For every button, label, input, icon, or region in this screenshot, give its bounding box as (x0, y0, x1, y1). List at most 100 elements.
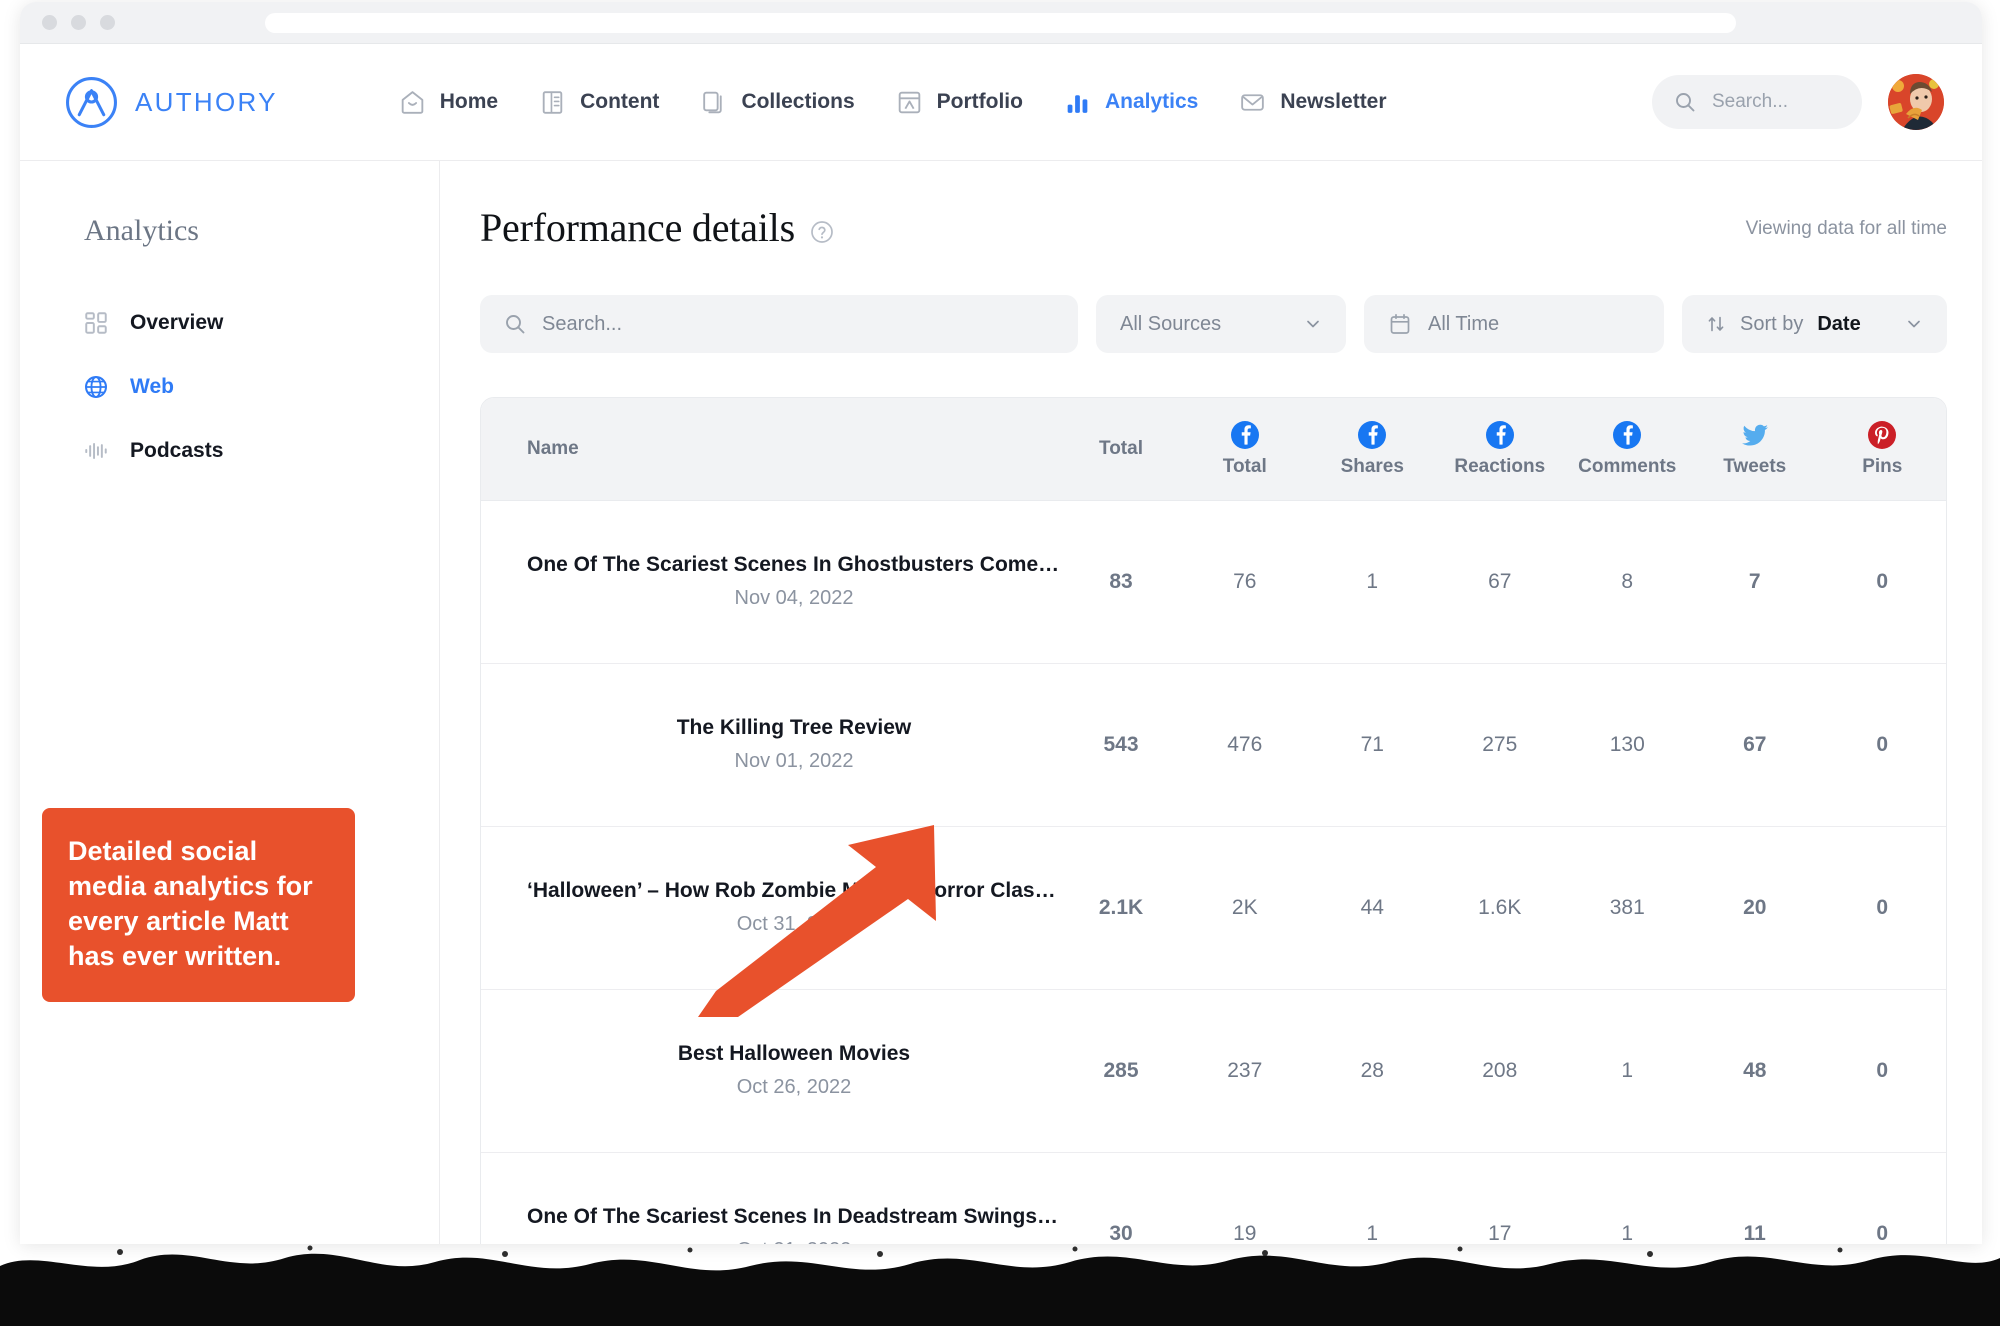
collections-icon (703, 91, 723, 113)
cell-fb-shares: 28 (1308, 989, 1436, 1153)
cell-fb-shares: 1 (1308, 500, 1436, 664)
cell-fb-total: 476 (1181, 663, 1309, 827)
table-body: One Of The Scariest Scenes In Ghostbuste… (481, 500, 1946, 1244)
date-range-dropdown[interactable]: All Time (1364, 295, 1664, 353)
column-header-fb-shares[interactable]: Shares (1308, 398, 1436, 501)
sort-dropdown[interactable]: Sort by Date (1682, 295, 1947, 353)
sources-value: All Sources (1120, 312, 1222, 335)
callout-box: Detailed social media analytics for ever… (42, 808, 355, 1003)
question-circle-icon[interactable] (810, 220, 834, 244)
cell-tweets: 20 (1691, 826, 1819, 990)
table-row[interactable]: The Killing Tree Review Nov 01, 2022 543 47… (481, 663, 1946, 827)
cell-fb-comments: 130 (1563, 663, 1691, 827)
nav-label-portfolio: Portfolio (936, 90, 1023, 113)
cell-tweets: 7 (1691, 500, 1819, 664)
browser-window: AUTHORY Home Content Collections Portfol… (20, 2, 1982, 1244)
cell-fb-reactions: 275 (1436, 663, 1564, 827)
table-row[interactable]: One Of The Scariest Scenes In Ghostbuste… (481, 500, 1946, 664)
column-label-name: Name (527, 437, 579, 459)
cell-fb-comments: 1 (1563, 1152, 1691, 1244)
table-row[interactable]: Best Halloween Movies Oct 26, 2022 285 237 2… (481, 989, 1946, 1153)
calendar-icon (1390, 313, 1410, 334)
cell-fb-reactions: 67 (1436, 500, 1564, 664)
portfolio-icon (898, 91, 920, 113)
column-header-pins[interactable]: Pins (1818, 398, 1946, 501)
article-date: Oct 21, 2022 (527, 1239, 1061, 1244)
cell-fb-total: 76 (1181, 500, 1309, 664)
viewing-data-note: Viewing data for all time (1745, 218, 1947, 239)
article-title: The Killing Tree Review (676, 716, 912, 739)
cell-fb-shares: 71 (1308, 663, 1436, 827)
brand-logo[interactable]: AUTHORY (65, 76, 278, 129)
table-header: Name Total Total Shares Reactions Commen… (481, 398, 1946, 501)
cell-fb-reactions: 208 (1436, 989, 1564, 1153)
cell-article[interactable]: The Killing Tree Review Nov 01, 2022 (481, 663, 1061, 827)
cell-fb-shares: 1 (1308, 1152, 1436, 1244)
nav-item-content[interactable]: Content (538, 88, 659, 117)
sources-dropdown[interactable]: All Sources (1096, 295, 1346, 353)
nav-item-portfolio[interactable]: Portfolio (895, 88, 1023, 117)
article-date: Nov 04, 2022 (734, 587, 854, 609)
header-search-placeholder: Search... (1712, 91, 1789, 112)
column-label-fb-total: Total (1222, 455, 1267, 477)
cell-fb-total: 19 (1181, 1152, 1309, 1244)
table-row[interactable]: One Of The Scariest Scenes In Deadstream… (481, 1152, 1946, 1244)
twitter-icon (1741, 424, 1768, 446)
header-search-input[interactable]: Search... (1652, 75, 1862, 129)
torn-paper-edge (0, 1245, 2000, 1326)
maximize-window-button[interactable] (100, 15, 115, 30)
cell-article[interactable]: One Of The Scariest Scenes In Ghostbuste… (481, 500, 1061, 664)
nav-label-analytics: Analytics (1104, 90, 1199, 113)
sidebar-item-overview[interactable]: Overview (20, 291, 439, 355)
nav-label-collections: Collections (741, 90, 855, 113)
column-header-fb-total[interactable]: Total (1181, 398, 1309, 501)
minimize-window-button[interactable] (71, 15, 86, 30)
table-row[interactable]: ‘Halloween’ – How Rob Zombie Made a Horr… (481, 826, 1946, 990)
facebook-icon (1613, 420, 1642, 449)
cell-tweets: 67 (1691, 663, 1819, 827)
home-icon (401, 90, 424, 114)
browser-titlebar (20, 2, 1982, 44)
column-header-total[interactable]: Total (1061, 398, 1181, 501)
sidebar-label-overview: Overview (130, 311, 224, 334)
nav-item-home[interactable]: Home (398, 88, 498, 117)
sidebar-item-podcasts[interactable]: Podcasts (20, 419, 439, 483)
chevron-down-icon (1307, 320, 1319, 328)
main-content: Performance details Viewing data for all… (440, 161, 1982, 1244)
cell-total: 30 (1061, 1152, 1181, 1244)
cell-total: 2.1K (1061, 826, 1181, 990)
close-window-button[interactable] (42, 15, 57, 30)
document-icon (542, 90, 563, 114)
facebook-icon (1358, 420, 1387, 449)
cell-tweets: 11 (1691, 1152, 1819, 1244)
sort-arrows-icon (1708, 316, 1724, 332)
cell-article[interactable]: ‘Halloween’ – How Rob Zombie Made a Horr… (481, 826, 1061, 990)
avatar[interactable] (1888, 74, 1944, 130)
search-input[interactable]: Search... (480, 295, 1078, 353)
article-title: ‘Halloween’ – How Rob Zombie Made a Horr… (527, 879, 1061, 902)
column-header-fb-comments[interactable]: Comments (1563, 398, 1691, 501)
pinterest-icon (1868, 420, 1897, 449)
address-bar[interactable] (265, 12, 1736, 33)
content-header: Performance details Viewing data for all… (480, 161, 1947, 251)
nav-item-collections[interactable]: Collections (699, 88, 855, 117)
globe-icon (85, 376, 107, 398)
page-title-group: Performance details (480, 204, 834, 251)
column-header-fb-reactions[interactable]: Reactions (1436, 398, 1564, 501)
nav-item-newsletter[interactable]: Newsletter (1238, 88, 1387, 117)
column-header-tweets[interactable]: Tweets (1691, 398, 1819, 501)
authory-logo-icon (66, 76, 117, 128)
cell-pins: 0 (1818, 663, 1946, 827)
date-range-value: All Time (1428, 312, 1500, 335)
filter-bar: Search... All Sources All Time Sort by D… (480, 295, 1947, 353)
article-date: Oct 31, 2022 (736, 913, 852, 935)
cell-fb-reactions: 1.6K (1436, 826, 1564, 990)
sidebar: Analytics Overview Web Podcasts (20, 161, 440, 1244)
nav-item-analytics[interactable]: Analytics (1063, 88, 1198, 117)
cell-article[interactable]: Best Halloween Movies Oct 26, 2022 (481, 989, 1061, 1153)
sidebar-item-web[interactable]: Web (20, 355, 439, 419)
column-header-name[interactable]: Name (481, 398, 1061, 501)
sort-prefix: Sort by (1740, 312, 1804, 335)
cell-article[interactable]: One Of The Scariest Scenes In Deadstream… (481, 1152, 1061, 1244)
page-title: Performance details (480, 205, 795, 250)
